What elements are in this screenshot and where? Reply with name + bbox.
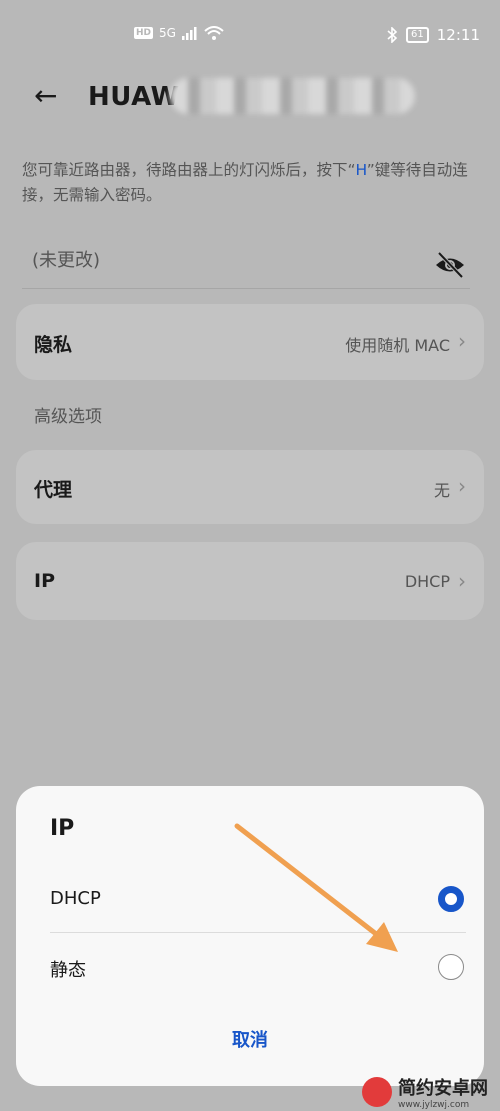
radio-selected-icon[interactable] — [438, 886, 464, 912]
bluetooth-icon — [387, 27, 398, 43]
proxy-value: 无 — [433, 481, 450, 500]
hint-key: H — [355, 161, 367, 179]
status-left-icons: HD 5G — [134, 26, 224, 40]
ip-dialog: IP DHCP 静态 取消 — [16, 786, 484, 1086]
divider — [50, 932, 466, 933]
privacy-label: 隐私 — [34, 334, 73, 356]
advanced-options-label: 高级选项 — [34, 407, 102, 427]
wps-hint-text: 您可靠近路由器，待路由器上的灯闪烁后，按下“H”键等待自动连接，无需输入密码。 — [22, 158, 482, 208]
proxy-row[interactable]: 代理 无 › — [16, 450, 484, 524]
battery-icon: 61 — [406, 27, 429, 43]
privacy-value: 使用随机 MAC — [345, 336, 450, 355]
radio-unselected-icon[interactable] — [438, 954, 464, 980]
dialog-title: IP — [50, 816, 75, 841]
status-right-icons: 61 12:11 — [386, 26, 480, 44]
option-static[interactable]: 静态 — [50, 936, 466, 1000]
password-field[interactable]: (未更改) — [22, 240, 470, 289]
eye-off-icon[interactable] — [434, 250, 466, 280]
chevron-right-icon: › — [458, 329, 466, 353]
chevron-right-icon: › — [458, 569, 466, 593]
ip-row[interactable]: IP DHCP › — [16, 542, 484, 620]
wifi-icon — [204, 26, 224, 40]
page-title: HUAW — [88, 82, 180, 112]
clock: 12:11 — [436, 26, 480, 44]
watermark-url: www.jylzwj.com — [398, 1100, 470, 1110]
proxy-label: 代理 — [34, 479, 73, 501]
signal-icon — [181, 27, 197, 40]
status-bar: HD 5G 61 12:11 — [0, 0, 500, 72]
option-label: DHCP — [50, 888, 101, 909]
blurred-network-name — [170, 78, 415, 114]
privacy-row[interactable]: 隐私 使用随机 MAC › — [16, 304, 484, 380]
cancel-button[interactable]: 取消 — [16, 1026, 484, 1052]
watermark: 简约安卓网 www.jylzwj.com — [362, 1074, 488, 1110]
android-logo-icon — [362, 1077, 392, 1107]
signal-label: 5G — [159, 26, 176, 40]
back-arrow-icon[interactable]: ← — [34, 82, 57, 110]
option-label: 静态 — [50, 960, 86, 981]
hint-text-before: 您可靠近路由器，待路由器上的灯闪烁后，按下“ — [22, 161, 356, 179]
chevron-right-icon: › — [458, 474, 466, 498]
ip-value: DHCP — [404, 572, 450, 591]
watermark-text: 简约安卓网 — [398, 1078, 488, 1099]
option-dhcp[interactable]: DHCP — [50, 868, 466, 932]
ip-label: IP — [34, 570, 55, 592]
hd-badge: HD — [134, 27, 154, 39]
password-value: (未更改) — [32, 250, 101, 271]
top-bar: ← HUAW — [0, 76, 500, 120]
